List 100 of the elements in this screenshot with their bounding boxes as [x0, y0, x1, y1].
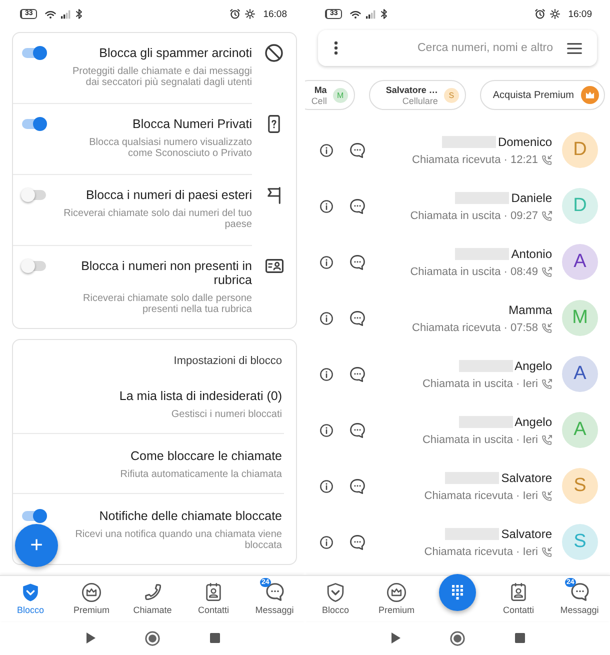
search-input[interactable]: Cerca numeri, nomi e altro: [352, 40, 553, 56]
recents-icon[interactable]: [210, 633, 220, 643]
contact-avatar: S: [562, 468, 598, 504]
info-icon[interactable]: [320, 144, 333, 156]
contact-avatar: A: [562, 244, 598, 280]
outgoing-call-icon: [542, 266, 552, 276]
back-icon[interactable]: [390, 632, 400, 644]
contact-avatar: A: [562, 356, 598, 392]
wifi-icon: [44, 10, 56, 18]
nav-tab[interactable]: Contatti: [488, 576, 549, 621]
contact-name: Salvatore: [501, 470, 552, 484]
contact-icon: [511, 583, 526, 601]
setting-title[interactable]: Come bloccare le chiamate: [29, 449, 282, 463]
setting-description: Ricevi una notifica quando una chiamata viene bloccata: [74, 529, 282, 551]
dialpad-button[interactable]: [439, 574, 476, 611]
crown-icon: [581, 86, 599, 104]
contact-name: Angelo: [514, 414, 552, 428]
setting-title: Blocca Numeri Privati: [132, 117, 252, 131]
home-icon[interactable]: [145, 630, 160, 646]
call-detail: Chiamata ricevuta · Ieri: [424, 546, 538, 558]
toggle-switch[interactable]: [21, 509, 47, 523]
toggle-switch[interactable]: [21, 117, 47, 131]
nav-tab[interactable]: Blocco: [305, 576, 366, 621]
contact-chip[interactable]: Salvatore … Cellulare S: [368, 80, 466, 110]
contact-icon: [206, 583, 221, 601]
alarm-icon: [230, 9, 240, 19]
shield-icon: [327, 582, 344, 602]
message-icon[interactable]: [350, 254, 365, 270]
shield-icon: [22, 582, 39, 602]
bluetooth-icon: [76, 9, 82, 19]
phone-question-icon: [268, 115, 280, 133]
more-options-icon[interactable]: [334, 41, 338, 55]
chat-icon: [570, 583, 588, 601]
setting-title: Blocca i numeri non presenti in rubrica: [80, 259, 252, 287]
message-icon[interactable]: [350, 422, 365, 438]
setting-description: Proteggiti dalle chiamate e dai messaggi dai seccatori più segnalati dagli utenti: [71, 66, 252, 88]
phone-icon: [144, 584, 160, 600]
setting-title: Blocca gli spammer arcinoti: [98, 46, 252, 60]
section-header: Impostazioni di blocco: [172, 354, 283, 369]
info-icon[interactable]: [320, 256, 333, 268]
clock-time: 16:08: [263, 8, 287, 20]
setting-description: Gestisci i numeri bloccati: [170, 409, 282, 420]
message-icon[interactable]: [350, 478, 365, 494]
call-detail: Chiamata in uscita · 09:27: [410, 210, 538, 222]
incoming-call-icon: [542, 154, 552, 164]
toggle-switch[interactable]: [21, 188, 47, 202]
recents-icon[interactable]: [514, 633, 524, 643]
clock-time: 16:09: [568, 8, 592, 20]
contact-name: Domenico: [498, 134, 552, 148]
setting-title: Notifiche delle chiamate bloccate: [98, 509, 282, 523]
info-icon[interactable]: [320, 200, 333, 212]
contact-card-icon: [264, 259, 284, 273]
contact-name: Salvatore: [501, 526, 552, 540]
toggle-switch[interactable]: [21, 259, 47, 273]
crown-icon: [82, 582, 101, 602]
message-icon[interactable]: [350, 366, 365, 382]
info-icon[interactable]: [320, 424, 333, 436]
outgoing-call-icon: [542, 378, 552, 388]
info-icon[interactable]: [320, 312, 333, 324]
nav-tab[interactable]: Premium: [61, 576, 122, 621]
call-detail: Chiamata in uscita · Ieri: [422, 378, 538, 390]
sun-icon: [550, 9, 560, 19]
alarm-icon: [535, 9, 546, 19]
message-icon[interactable]: [350, 198, 365, 214]
premium-chip[interactable]: Acquista Premium: [480, 80, 605, 110]
message-icon[interactable]: [350, 142, 365, 158]
setting-description: Riceverai chiamate solo dalle persone presenti nella tua rubrica: [82, 293, 252, 315]
contact-avatar: D: [562, 188, 598, 224]
contact-name: Daniele: [511, 190, 552, 204]
call-detail: Chiamata ricevuta · Ieri: [424, 490, 538, 502]
contact-name: Antonio: [511, 246, 552, 260]
crown-icon: [387, 582, 406, 602]
contact-avatar: A: [562, 412, 598, 448]
info-icon[interactable]: [320, 536, 333, 548]
home-icon[interactable]: [450, 630, 465, 646]
block-icon: [265, 44, 283, 62]
bluetooth-icon: [380, 9, 387, 19]
sun-icon: [245, 9, 256, 19]
contact-name: Angelo: [514, 358, 552, 372]
nav-tab[interactable]: Contatti: [183, 576, 244, 621]
setting-title: Blocca i numeri di paesi esteri: [84, 188, 252, 202]
back-icon[interactable]: [86, 632, 96, 644]
setting-title[interactable]: La mia lista di indesiderati (0): [29, 389, 282, 403]
incoming-call-icon: [542, 490, 552, 500]
menu-icon[interactable]: [567, 42, 582, 54]
message-icon[interactable]: [350, 310, 365, 326]
setting-description: Blocca qualsiasi numero visualizzato come Sconosciuto o Privato: [88, 137, 252, 159]
nav-tab[interactable]: Premium: [366, 576, 427, 621]
signal-icon: [366, 10, 376, 18]
message-icon[interactable]: [350, 534, 365, 550]
incoming-call-icon: [542, 546, 552, 556]
info-icon[interactable]: [320, 480, 333, 492]
toggle-switch[interactable]: [21, 46, 47, 60]
nav-tab[interactable]: Chiamate: [122, 576, 183, 621]
nav-tab[interactable]: Blocco: [0, 576, 61, 621]
contact-chip[interactable]: Ma Cell M: [305, 80, 355, 110]
call-detail: Chiamata ricevuta · 07:58: [412, 322, 538, 334]
call-detail: Chiamata in uscita · Ieri: [422, 434, 538, 446]
info-icon[interactable]: [320, 368, 333, 380]
contact-avatar: D: [562, 132, 598, 168]
